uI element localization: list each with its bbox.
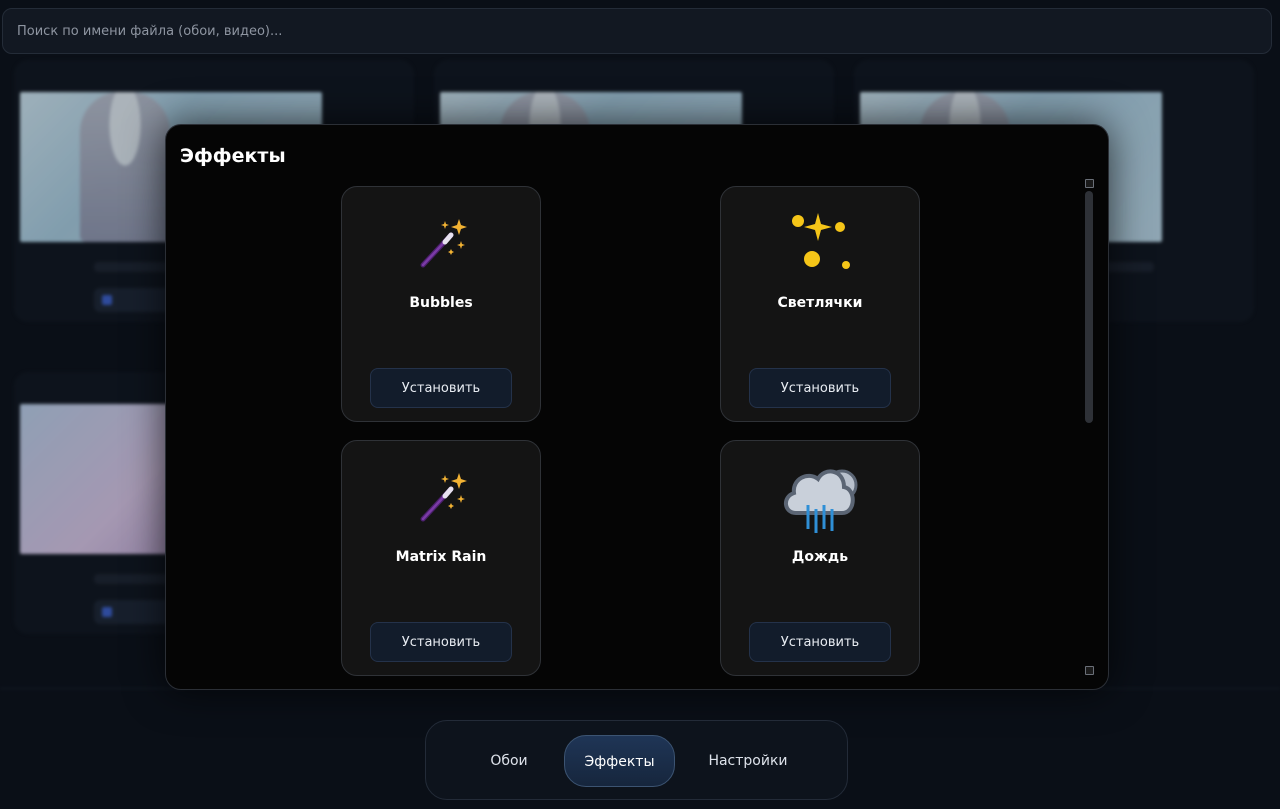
sparkles-icon	[792, 213, 850, 269]
effect-card-fireflies: Светлячки Установить	[720, 186, 920, 422]
effect-name: Дождь	[791, 549, 849, 565]
effect-card-matrix-rain: Matrix Rain Установить	[341, 440, 541, 676]
install-fireflies-button[interactable]: Установить	[749, 368, 891, 408]
install-matrix-rain-button[interactable]: Установить	[370, 622, 512, 662]
effect-card-rain: Дождь Установить	[720, 440, 920, 676]
effect-card-bubbles: Bubbles Установить	[341, 186, 541, 422]
effect-name: Светлячки	[777, 295, 863, 311]
tab-wallpapers[interactable]: Обои	[476, 735, 542, 787]
search-input[interactable]	[2, 8, 1272, 54]
tab-effects[interactable]: Эффекты	[564, 735, 675, 787]
scroll-thumb[interactable]	[1085, 191, 1093, 423]
effect-name: Bubbles	[409, 295, 473, 311]
magic-wand-icon	[420, 219, 467, 268]
tab-settings[interactable]: Настройки	[698, 735, 798, 787]
rain-cloud-icon	[784, 469, 858, 533]
bottom-nav: Обои Эффекты Настройки	[425, 720, 848, 800]
effect-name: Matrix Rain	[395, 549, 487, 565]
modal-scrollbar[interactable]	[1084, 179, 1094, 675]
scroll-up-arrow[interactable]	[1085, 179, 1094, 188]
magic-wand-icon	[420, 473, 467, 522]
modal-title: Эффекты	[180, 145, 286, 167]
install-rain-button[interactable]: Установить	[749, 622, 891, 662]
install-bubbles-button[interactable]: Установить	[370, 368, 512, 408]
scroll-down-arrow[interactable]	[1085, 666, 1094, 675]
effects-modal: Эффекты Bubbles Установить Светлячки Уст…	[165, 124, 1109, 690]
